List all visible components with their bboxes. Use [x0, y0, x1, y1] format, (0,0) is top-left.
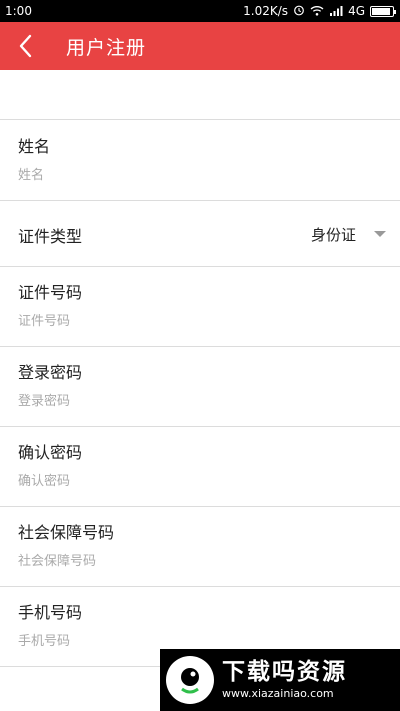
name-field: 姓名	[0, 121, 400, 201]
id-number-label: 证件号码	[18, 283, 83, 302]
app-bar: 用户注册	[0, 22, 400, 70]
watermark-logo-icon	[166, 656, 214, 704]
confirm-password-field: 确认密码	[0, 427, 400, 507]
back-button[interactable]	[2, 22, 50, 70]
wifi-icon	[310, 5, 324, 18]
id-type-value: 身份证	[310, 225, 356, 244]
net-speed: 1.02K/s	[243, 4, 289, 18]
social-security-input[interactable]	[18, 550, 378, 572]
id-type-field: 证件类型 身份证	[0, 201, 400, 267]
id-type-label: 证件类型	[18, 227, 83, 246]
signal-icon	[329, 5, 343, 18]
status-indicators: 1.02K/s 4G	[243, 4, 396, 18]
battery-icon	[370, 5, 396, 17]
phone-label: 手机号码	[18, 603, 83, 622]
confirm-password-label: 确认密码	[18, 443, 83, 462]
status-time: 1:00	[5, 4, 32, 18]
alarm-icon	[293, 4, 305, 18]
id-number-field: 证件号码	[0, 267, 400, 347]
id-type-select[interactable]: 身份证	[311, 219, 386, 249]
status-bar: 1:00 1.02K/s 4G	[0, 0, 400, 22]
top-spacer	[0, 70, 400, 120]
social-security-field: 社会保障号码	[0, 507, 400, 587]
name-input[interactable]	[18, 164, 378, 186]
login-password-field: 登录密码	[0, 347, 400, 427]
chevron-left-icon	[19, 34, 32, 58]
login-password-label: 登录密码	[18, 363, 83, 382]
caret-down-icon	[374, 231, 386, 237]
watermark-text: 下载吗资源 www.xiazainiao.com	[222, 659, 347, 701]
name-label: 姓名	[18, 137, 51, 156]
watermark-url: www.xiazainiao.com	[222, 687, 334, 700]
social-security-label: 社会保障号码	[18, 523, 115, 542]
watermark-title: 下载吗资源	[222, 659, 347, 685]
login-password-input[interactable]	[18, 390, 378, 412]
registration-form: 姓名 证件类型 身份证 证件号码 登录密码 确认密码 社会保障号码 手机号码	[0, 121, 400, 667]
page-title: 用户注册	[66, 36, 147, 59]
watermark-banner: 下载吗资源 www.xiazainiao.com	[160, 649, 400, 711]
id-number-input[interactable]	[18, 310, 378, 332]
network-type: 4G	[348, 4, 365, 18]
confirm-password-input[interactable]	[18, 470, 378, 492]
battery-level	[372, 7, 390, 15]
